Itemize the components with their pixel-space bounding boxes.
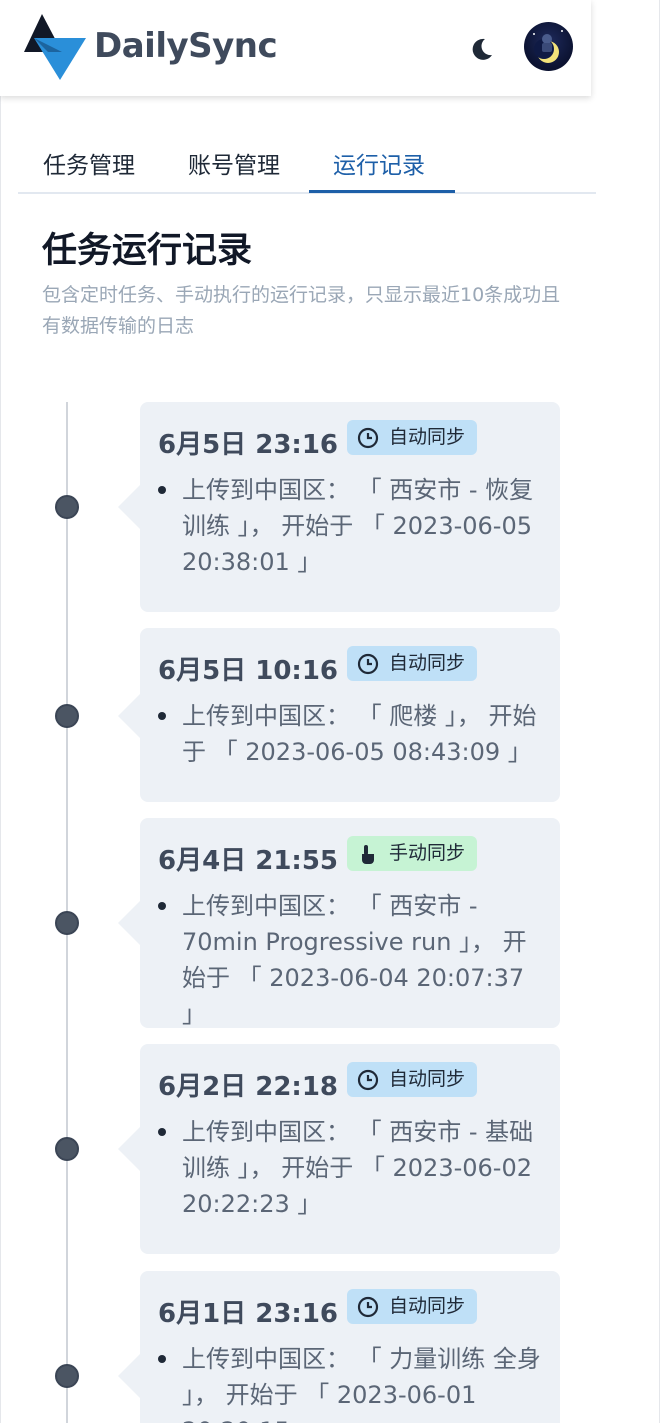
record-time: 6月4日 21:55 [158, 846, 338, 876]
tab-account-management[interactable]: 账号管理 [188, 146, 280, 180]
avatar[interactable] [524, 22, 573, 71]
sync-type-label: 自动同步 [389, 426, 466, 448]
timeline-dot [55, 1137, 79, 1161]
sync-type-badge: 自动同步 [347, 1062, 478, 1097]
record-time: 6月5日 23:16 [158, 430, 338, 460]
sync-type-label: 自动同步 [389, 652, 466, 674]
sync-type-label: 手动同步 [389, 842, 466, 864]
record-card: 6月5日 23:16 自动同步 上传到中国区： 「 西安市 - 恢复训练 」， … [118, 402, 560, 612]
record-detail: 上传到中国区： 「 力量训练 全身 」， 开始于 「 2023-06-01 20… [182, 1345, 541, 1423]
active-tab-indicator [309, 190, 455, 193]
record-time: 6月2日 22:18 [158, 1072, 338, 1102]
bullet [158, 486, 166, 494]
bullet [158, 902, 166, 910]
card-arrow [118, 1354, 140, 1398]
record-time: 6月1日 23:16 [158, 1299, 338, 1329]
card-arrow [118, 485, 140, 529]
card-arrow [118, 901, 140, 945]
page-title: 任务运行记录 [42, 231, 253, 271]
timeline-dot [55, 911, 79, 935]
record-card: 6月2日 22:18 自动同步 上传到中国区： 「 西安市 - 基础训练 」， … [118, 1044, 560, 1254]
sync-type-badge: 自动同步 [347, 646, 478, 681]
tab-bar: 任务管理 账号管理 运行记录 [18, 130, 596, 194]
clock-icon [357, 1069, 379, 1090]
clock-icon [357, 653, 379, 674]
page-description: 包含定时任务、手动执行的运行记录，只显示最近10条成功且有数据传输的日志 [42, 284, 561, 337]
avatar-image [533, 30, 563, 63]
timeline-dot [55, 1364, 79, 1388]
tab-task-management[interactable]: 任务管理 [43, 146, 135, 180]
sync-type-badge: 手动同步 [347, 836, 478, 871]
bullet [158, 712, 166, 720]
record-card: 6月1日 23:16 自动同步 上传到中国区： 「 力量训练 全身 」， 开始于… [118, 1271, 560, 1423]
sync-type-label: 自动同步 [389, 1295, 466, 1317]
record-detail: 上传到中国区： 「 西安市 - 70min Progressive run 」，… [182, 892, 527, 1028]
hand-pointer-icon [362, 844, 374, 864]
clock-icon [357, 427, 379, 448]
record-detail: 上传到中国区： 「 西安市 - 恢复训练 」， 开始于 「 2023-06-05… [182, 476, 534, 576]
record-detail: 上传到中国区： 「 西安市 - 基础训练 」， 开始于 「 2023-06-02… [182, 1118, 534, 1218]
card-arrow [118, 1127, 140, 1171]
sync-type-badge: 自动同步 [347, 420, 478, 455]
card-arrow [118, 694, 140, 738]
top-header: DailySync [0, 0, 591, 96]
sync-type-badge: 自动同步 [347, 1289, 478, 1324]
dailysync-logo-icon [24, 14, 86, 80]
timeline-dot [55, 704, 79, 728]
moon-icon[interactable] [469, 36, 495, 62]
tab-run-records[interactable]: 运行记录 [333, 146, 425, 180]
timeline-dot [55, 495, 79, 519]
record-card: 6月4日 21:55 手动同步 上传到中国区： 「 西安市 - 70min Pr… [118, 818, 560, 1028]
clock-icon [357, 1296, 379, 1317]
bullet [158, 1355, 166, 1363]
app-title: DailySync [94, 26, 278, 66]
bullet [158, 1128, 166, 1136]
record-card: 6月5日 10:16 自动同步 上传到中国区： 「 爬楼 」， 开始于 「 20… [118, 628, 560, 802]
record-time: 6月5日 10:16 [158, 656, 338, 686]
record-detail: 上传到中国区： 「 爬楼 」， 开始于 「 2023-06-05 08:43:0… [182, 702, 537, 766]
sync-type-label: 自动同步 [389, 1068, 466, 1090]
